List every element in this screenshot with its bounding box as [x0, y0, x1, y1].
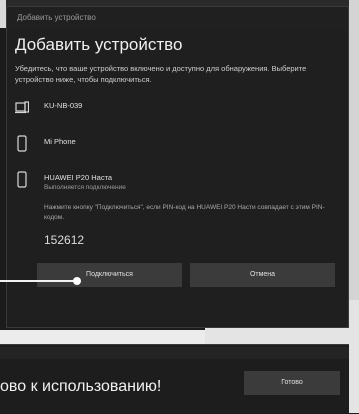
device-name: Mi Phone — [44, 137, 76, 146]
cancel-button[interactable]: Отмена — [190, 263, 335, 287]
phone-icon — [15, 135, 29, 153]
annotation-pointer-line — [0, 280, 78, 282]
ready-dialog: ово к использованию! Готово — [0, 344, 349, 414]
button-row: Подключиться Отмена — [37, 263, 335, 287]
device-item-mi-phone[interactable]: Mi Phone — [15, 127, 348, 163]
pin-code: 152612 — [44, 233, 85, 247]
device-name: HUAWEI P20 Наста — [44, 173, 113, 182]
device-status: Выполняется подключение — [44, 184, 126, 191]
device-item-ku-nb-039[interactable]: KU-NB-039 — [15, 91, 348, 127]
dialog-description: Убедитесь, что ваше устройство включено … — [15, 64, 307, 84]
laptop-icon — [15, 99, 30, 117]
window-title: Добавить устройство — [7, 7, 348, 29]
connect-button[interactable]: Подключиться — [37, 263, 182, 287]
device-item-huawei-p20[interactable]: HUAWEI P20 Наста Выполняется подключение — [15, 163, 348, 199]
ready-message: ово к использованию! — [0, 378, 162, 395]
background-window-strip — [0, 330, 205, 344]
phone-icon — [15, 171, 29, 189]
ready-dialog-titlebar — [0, 347, 349, 359]
dialog-title: Добавить устройство — [15, 35, 183, 54]
pin-instruction: Нажмите кнопку "Подключиться", если PIN-… — [44, 204, 325, 221]
annotation-pointer-dot — [73, 277, 81, 285]
done-button[interactable]: Готово — [244, 371, 340, 395]
device-name: KU-NB-039 — [44, 101, 83, 110]
